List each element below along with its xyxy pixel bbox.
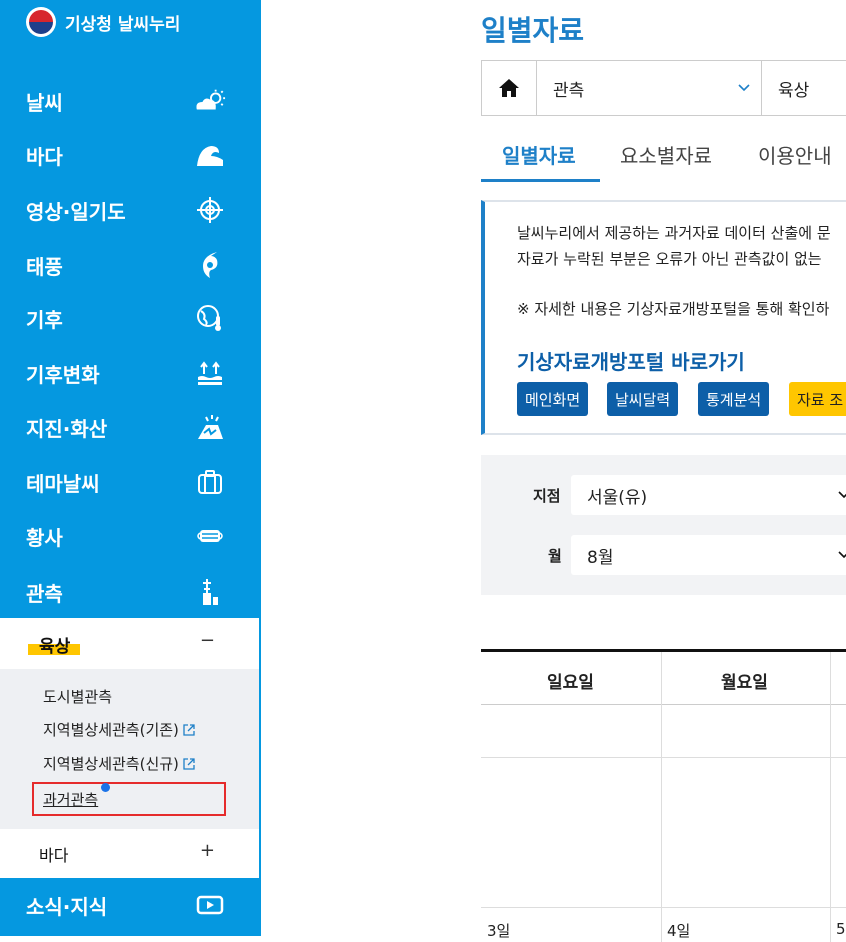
sidebar-item-label: 기후 [26, 307, 63, 332]
submenu-sea-label: 바다 [39, 846, 69, 865]
breadcrumb-level2-value: 육상 [778, 80, 810, 101]
station-value: 서울(유) [587, 487, 648, 508]
chevron-down-icon [738, 84, 750, 92]
sidebar-item-sea[interactable]: 바다 [0, 130, 261, 180]
sidebar-item-yellow-dust[interactable]: 황사 [0, 511, 261, 561]
notice-line: 날씨누리에서 제공하는 과거자료 데이터 산출에 문 [517, 224, 831, 242]
brand-logo[interactable]: 기상청 날씨누리 [26, 7, 180, 37]
submenu-item-label: 지역별상세관측(신규) [43, 755, 179, 773]
sidebar-item-label: 지진·화산 [26, 416, 108, 441]
chevron-down-icon [838, 551, 846, 559]
sidebar-item-label: 기후변화 [26, 362, 100, 387]
globe-thermometer-icon [194, 303, 226, 333]
submenu-item-label: 과거관측 [43, 791, 99, 809]
station-label: 지점 [533, 487, 561, 505]
sidebar-item-label: 소식·지식 [26, 894, 108, 919]
taegeuk-logo-icon [26, 7, 56, 37]
sidebar-item-climate-change[interactable]: 기후변화 [0, 348, 261, 398]
weather-calendar-button[interactable]: 날씨달력 [607, 382, 679, 416]
chevron-down-icon [838, 491, 846, 499]
month-value: 8월 [587, 547, 614, 568]
statistics-button[interactable]: 통계분석 [698, 382, 770, 416]
calendar-day[interactable]: 3일 [487, 920, 510, 941]
column-divider [830, 652, 831, 942]
tower-icon [194, 577, 226, 607]
month-label: 월 [548, 547, 562, 565]
sidebar-item-weather[interactable]: 날씨 [0, 76, 261, 126]
sidebar-item-typhoon[interactable]: 태풍 [0, 240, 261, 290]
home-icon [499, 79, 519, 97]
mask-icon [194, 521, 226, 551]
active-tab-indicator [481, 179, 600, 182]
sidebar-item-label: 관측 [26, 581, 63, 606]
submenu-item-past-observation[interactable]: 과거관측 [43, 789, 98, 810]
weekday-sunday: 일요일 [547, 673, 594, 693]
rising-water-icon [194, 358, 226, 388]
notice-box: 날씨누리에서 제공하는 과거자료 데이터 산출에 문 자료가 누락된 부분은 오… [481, 200, 846, 435]
row-divider [481, 757, 846, 758]
submenu-item-regional-old[interactable]: 지역별상세관측(기존) [43, 719, 196, 740]
submenu-observation: 육상 − 도시별관측 지역별상세관측(기존) 지역별상세관측(신규) 과거관측 … [0, 618, 261, 878]
notice-line: 자료가 누락된 부분은 오류가 아닌 관측값이 없는 [517, 250, 822, 268]
sidebar-item-earthquake[interactable]: 지진·화산 [0, 402, 261, 452]
column-divider [661, 652, 662, 942]
sidebar-item-label: 테마날씨 [26, 471, 100, 496]
tab-guide[interactable]: 이용안내 [758, 140, 832, 169]
volcano-icon [194, 412, 226, 442]
breadcrumb-level1-select[interactable]: 관측 [537, 61, 762, 115]
portal-link-title[interactable]: 기상자료개방포털 바로가기 [517, 346, 745, 375]
breadcrumb-level2-select[interactable]: 육상 [762, 61, 846, 115]
breadcrumb-level1-value: 관측 [553, 80, 585, 101]
wave-icon [194, 140, 226, 170]
calendar-day[interactable]: 5 [836, 920, 846, 938]
submenu-item-label: 지역별상세관측(기존) [43, 721, 179, 739]
sidebar-item-theme-weather[interactable]: 테마날씨 [0, 457, 261, 507]
month-select[interactable]: 8월 [571, 535, 846, 575]
submenu-item-label: 도시별관측 [43, 688, 113, 706]
external-link-icon [183, 757, 195, 770]
brand-name: 기상청 날씨누리 [65, 14, 181, 35]
notice-line: ※ 자세한 내용은 기상자료개방포털을 통해 확인하 [517, 300, 830, 318]
tab-bar: 일별자료 요소별자료 이용안내 [481, 124, 846, 182]
tab-by-element[interactable]: 요소별자료 [620, 140, 712, 169]
home-button[interactable] [482, 61, 537, 115]
weather-cloud-sun-icon [194, 86, 226, 116]
submenu-item-city-observation[interactable]: 도시별관측 [43, 686, 112, 707]
suitcase-icon [194, 467, 226, 497]
sidebar-item-satellite[interactable]: 영상·일기도 [0, 185, 261, 235]
station-select[interactable]: 서울(유) [571, 475, 846, 515]
page-title: 일별자료 [481, 14, 585, 47]
submenu-item-regional-new[interactable]: 지역별상세관측(신규) [43, 753, 196, 774]
main-screen-button[interactable]: 메인화면 [517, 382, 589, 416]
submenu-land-list: 도시별관측 지역별상세관측(기존) 지역별상세관측(신규) 과거관측 [0, 669, 259, 829]
sidebar: 기상청 날씨누리 날씨 바다 영상·일기도 태풍 기후 기후변화 지진·화산 테… [0, 0, 261, 936]
sidebar-item-label: 날씨 [26, 90, 63, 115]
breadcrumb: 관측 육상 [481, 60, 846, 116]
typhoon-icon [194, 250, 226, 280]
data-query-button[interactable]: 자료 조 [789, 382, 846, 416]
sidebar-item-observation[interactable]: 관측 [0, 567, 261, 617]
cursor-dot [101, 783, 110, 792]
sidebar-item-label: 태풍 [26, 254, 63, 279]
crosshair-icon [194, 195, 226, 225]
sidebar-item-climate[interactable]: 기후 [0, 293, 261, 343]
weekday-monday: 월요일 [721, 673, 768, 693]
play-icon [194, 890, 226, 920]
submenu-land-label: 육상 [39, 637, 71, 657]
tab-daily[interactable]: 일별자료 [502, 140, 576, 169]
external-link-icon [183, 723, 195, 736]
calendar-day[interactable]: 4일 [667, 920, 690, 941]
submenu-sea-header[interactable]: 바다 + [0, 829, 259, 877]
sidebar-item-news[interactable]: 소식·지식 [0, 880, 261, 930]
sidebar-item-label: 황사 [26, 525, 63, 550]
calendar-header: 일요일 월요일 [481, 649, 846, 705]
expand-icon[interactable]: + [200, 840, 215, 861]
sidebar-item-label: 바다 [26, 144, 63, 169]
filter-panel: 지점 서울(유) 월 8월 [481, 455, 846, 595]
row-divider [481, 907, 846, 908]
collapse-icon[interactable]: − [200, 630, 215, 651]
sidebar-item-label: 영상·일기도 [26, 199, 126, 224]
submenu-land-header[interactable]: 육상 − [0, 618, 259, 668]
